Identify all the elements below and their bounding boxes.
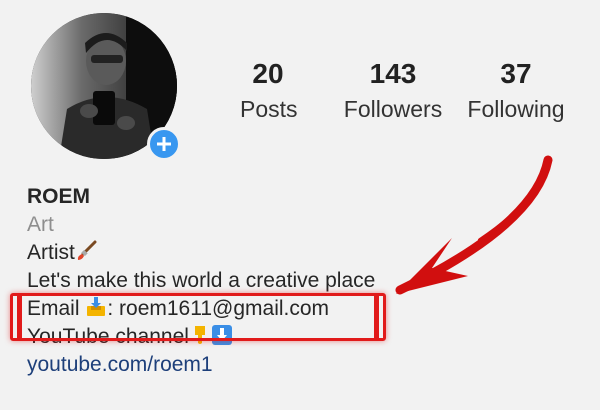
posts-label: Posts <box>240 96 298 122</box>
stat-posts[interactable]: 20 Posts <box>240 58 298 124</box>
followers-label: Followers <box>343 96 443 122</box>
profile-category: Art <box>27 213 54 236</box>
plus-icon <box>157 137 171 151</box>
followers-count: 143 <box>369 58 417 89</box>
posts-count: 20 <box>252 58 284 89</box>
following-label: Following <box>467 96 565 122</box>
profile-bio: ROEM Art Artist Let's make this world a … <box>27 183 587 379</box>
profile-website-link[interactable]: youtube.com/roem1 <box>27 351 587 379</box>
stat-followers[interactable]: 143 Followers <box>340 58 446 124</box>
avatar-container[interactable] <box>31 13 181 163</box>
add-story-button[interactable] <box>147 127 181 161</box>
profile-name: ROEM <box>27 185 90 208</box>
bio-line-creative: Let's make this world a creative place <box>27 267 587 295</box>
paintbrush-icon <box>77 240 97 260</box>
bio-line-artist: Artist <box>27 239 587 267</box>
following-count: 37 <box>500 58 532 89</box>
bio-creative-text: Let's make this world a creative place <box>27 269 376 292</box>
stat-following[interactable]: 37 Following <box>464 58 568 124</box>
email-highlight-box <box>10 293 386 341</box>
bio-artist-text: Artist <box>27 241 75 264</box>
